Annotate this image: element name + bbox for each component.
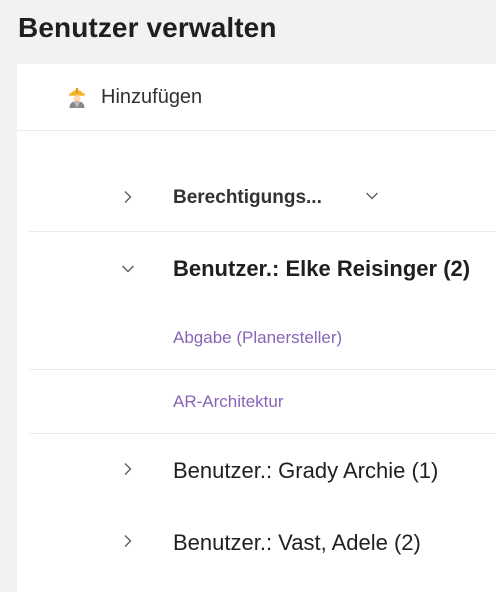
chevron-right-icon [124, 535, 132, 547]
chevron-down-icon [122, 265, 134, 273]
column-header: Berechtigungs... [29, 164, 496, 232]
chevron-right-icon [124, 463, 132, 475]
group-header-vast-adele[interactable]: Benutzer.: Vast, Adele (2) [17, 510, 496, 586]
group-header-elke-reisinger[interactable]: Benutzer.: Elke Reisinger (2) [17, 232, 496, 306]
group-header-grady-archie[interactable]: Benutzer.: Grady Archie (1) [17, 434, 496, 510]
expand-all-chevron[interactable] [119, 188, 137, 206]
column-header-label[interactable]: Berechtigungs... [173, 187, 322, 209]
list-item: Abgabe (Planersteller) [29, 306, 496, 370]
list-item: AR-Architektur [29, 370, 496, 434]
chevron-right-icon [124, 191, 132, 203]
construction-worker-icon [65, 85, 89, 109]
group-expand-chevron[interactable] [119, 532, 137, 550]
permission-link[interactable]: Abgabe (Planersteller) [173, 328, 342, 348]
command-bar: Hinzufügen [17, 64, 496, 131]
page-title: Benutzer verwalten [18, 12, 277, 43]
user-list-panel: Hinzufügen Berechtigungs... Benutzer.: E… [17, 64, 496, 592]
group-expand-chevron[interactable] [119, 460, 137, 478]
group-collapse-chevron[interactable] [119, 260, 137, 278]
grouped-list: Berechtigungs... Benutzer.: Elke Reising… [17, 164, 496, 586]
add-button-label: Hinzufügen [101, 85, 203, 108]
group-label: Benutzer.: Grady Archie (1) [173, 458, 439, 483]
permission-link[interactable]: AR-Architektur [173, 392, 284, 412]
column-sort-dropdown[interactable] [363, 187, 381, 205]
chevron-down-icon [366, 192, 378, 200]
group-label: Benutzer.: Vast, Adele (2) [173, 530, 421, 555]
add-button[interactable]: Hinzufügen [65, 85, 202, 109]
group-label: Benutzer.: Elke Reisinger (2) [173, 256, 471, 281]
